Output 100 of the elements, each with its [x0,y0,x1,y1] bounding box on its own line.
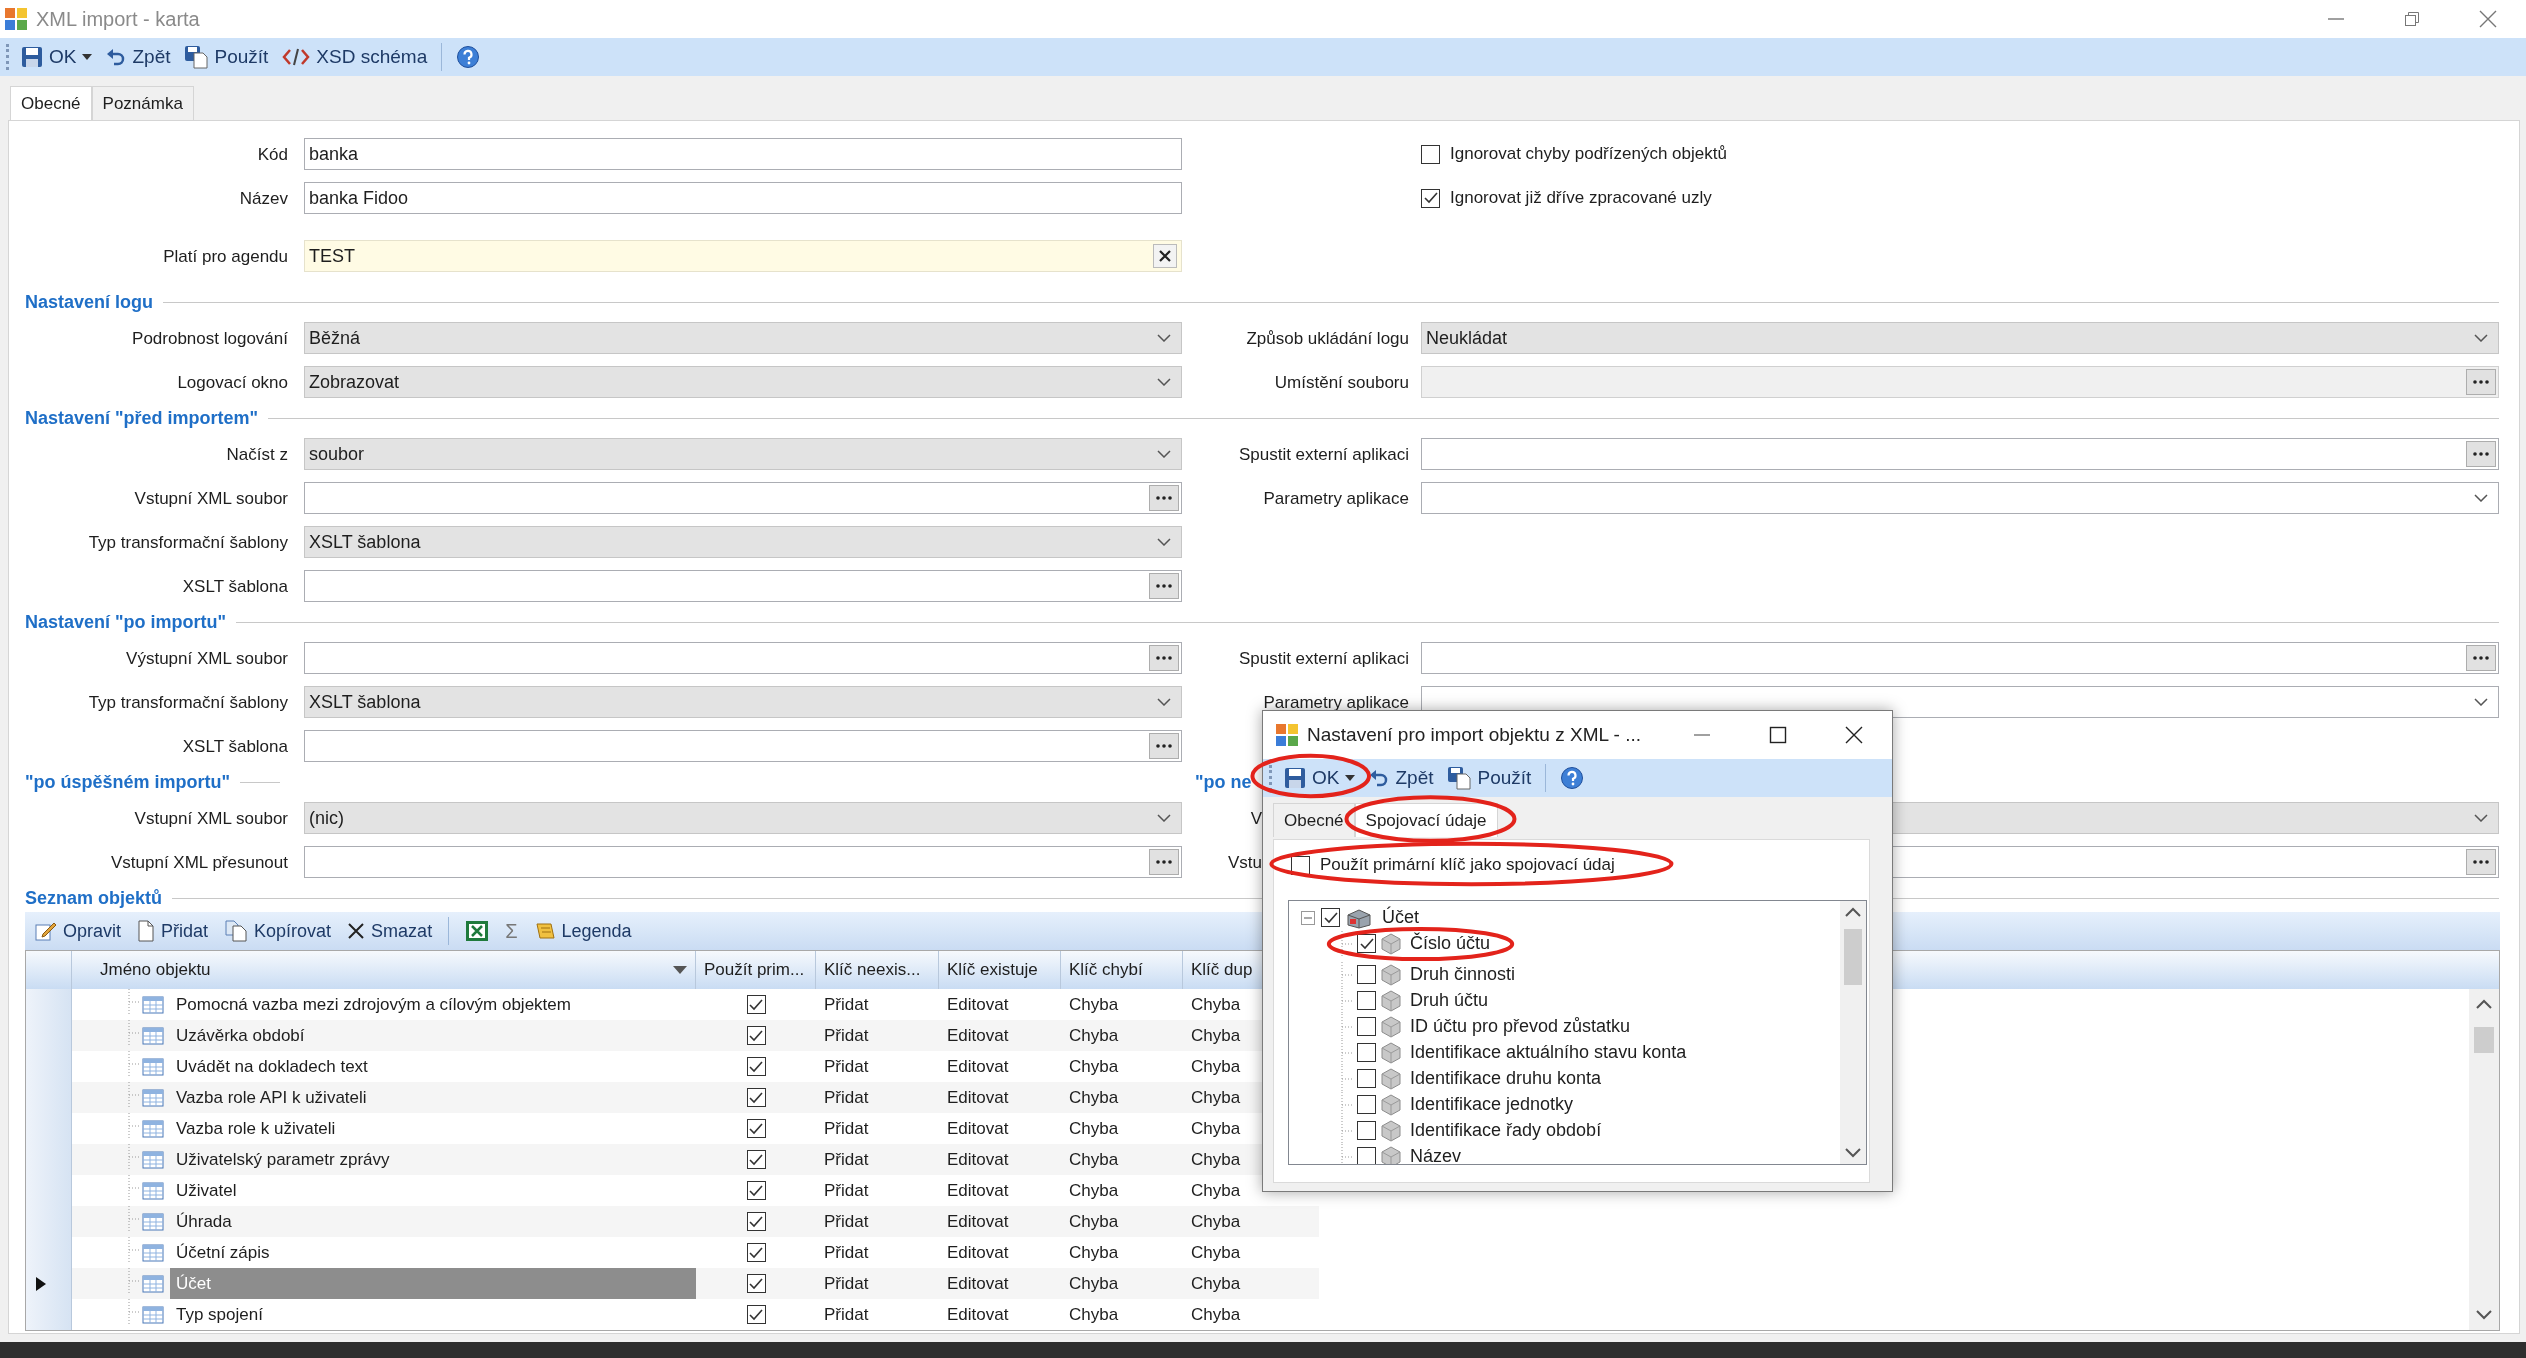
checkbox[interactable] [1357,965,1376,984]
column-header[interactable]: Klíč chybí [1061,951,1183,989]
tree-item[interactable]: Účet [1382,907,1419,928]
checkbox[interactable] [746,1026,766,1045]
file-field[interactable] [304,482,1182,514]
column-header[interactable]: Klíč neexis... [816,951,939,989]
field-label: Umístění souboru [1274,372,1409,392]
tab[interactable]: Spojovací údaje [1354,803,1498,837]
copy-button[interactable]: Kopírovat [218,915,338,947]
scrollbar[interactable] [2469,989,2499,1330]
tree-item[interactable]: Druh účtu [1410,990,1489,1011]
browse-button[interactable] [1149,573,1179,599]
checkbox[interactable] [746,1212,766,1231]
table-cell-text: Přidat [823,1117,870,1140]
table-icon [142,1305,164,1324]
chevron-down-icon [1157,334,1171,342]
delete-button[interactable]: Smazat [341,915,439,947]
checkbox[interactable] [1357,991,1376,1010]
tree-item[interactable]: ID účtu pro převod zůstatku [1410,1016,1631,1037]
tab[interactable]: Obecné [10,86,92,120]
table-cell: Chyba [1061,1206,1183,1237]
checkbox[interactable] [746,1150,766,1169]
clear-button[interactable] [1153,244,1177,268]
scroll-up-icon[interactable] [1845,906,1861,917]
xsd-schema-button[interactable]: XSD schéma [276,41,434,73]
checkbox[interactable] [1357,1147,1376,1164]
column-header[interactable]: Klíč existuje [939,951,1061,989]
table-cell: Editovat [939,1144,1061,1175]
text-field[interactable]: banka [304,138,1182,170]
file-field[interactable] [304,730,1182,762]
table-cell-text: Uživatelský parametr zprávy [175,1148,391,1171]
dropdown[interactable]: Neukládat [1421,322,2499,354]
text-field[interactable]: TEST [304,240,1182,272]
checkbox[interactable] [746,1057,766,1076]
scroll-down-icon[interactable] [1845,1147,1861,1158]
more-icon [1156,860,1172,864]
undo-button[interactable]: Zpět [100,41,177,73]
checkbox[interactable] [1357,1017,1376,1036]
scrollbar[interactable] [1840,900,1866,1164]
checkbox[interactable] [746,1181,766,1200]
file-field[interactable] [304,642,1182,674]
sum-button[interactable]: Σ [499,915,524,947]
file-field[interactable] [1421,642,2499,674]
dropdown[interactable]: (nic) [304,802,1182,834]
checkbox[interactable] [746,1243,766,1262]
checkbox[interactable] [1421,188,1440,208]
checkbox[interactable] [746,1088,766,1107]
checkbox[interactable] [746,1119,766,1138]
browse-button[interactable] [1149,733,1179,759]
checkbox[interactable] [1357,934,1376,953]
browse-button[interactable] [2466,645,2496,671]
checkbox[interactable] [1357,1121,1376,1140]
checkbox-label: Použít primární klíč jako spojovací údaj [1320,855,1615,875]
collapse-icon[interactable] [1301,910,1315,925]
dropdown[interactable] [1421,482,2499,514]
tab[interactable]: Obecné [1273,803,1355,837]
checkbox[interactable] [1357,1043,1376,1062]
dropdown[interactable]: Zobrazovat [304,366,1182,398]
file-field[interactable] [1421,438,2499,470]
scroll-thumb[interactable] [1844,928,1862,985]
tree-item[interactable]: Identifikace aktuálního stavu konta [1410,1042,1687,1063]
checkbox[interactable] [1357,1069,1376,1088]
scroll-up-icon[interactable] [2476,999,2492,1009]
legend-button[interactable]: Legenda [527,915,638,947]
checkbox[interactable] [1357,1095,1376,1114]
text-field[interactable]: banka Fidoo [304,182,1182,214]
file-field[interactable] [304,570,1182,602]
browse-button[interactable] [2466,441,2496,467]
checkbox[interactable] [1321,908,1340,927]
tree-item[interactable]: Identifikace druhu konta [1410,1068,1602,1089]
checkbox[interactable] [746,995,766,1014]
dropdown[interactable]: XSLT šablona [304,526,1182,558]
browse-button[interactable] [1149,645,1179,671]
browse-button[interactable] [2466,849,2496,875]
column-header[interactable]: Použít prim... [696,951,816,989]
tree-item[interactable]: Identifikace jednotky [1410,1094,1574,1115]
browse-button[interactable] [1149,485,1179,511]
tree-item[interactable]: Název [1410,1146,1462,1164]
checkbox[interactable] [746,1305,766,1324]
apply-button[interactable]: Použít [1441,762,1538,794]
tree-item[interactable]: Identifikace řady období [1410,1120,1602,1141]
file-field[interactable] [304,846,1182,878]
table-cell-text: Editovat [946,1303,1010,1326]
edit-button[interactable]: Opravit [29,915,128,947]
dropdown[interactable]: soubor [304,438,1182,470]
dropdown[interactable]: Běžná [304,322,1182,354]
undo-button[interactable]: Zpět [1363,762,1440,794]
apply-button[interactable]: Použít [178,41,275,73]
scroll-down-icon[interactable] [2476,1310,2492,1320]
tree-item[interactable]: Druh činnosti [1410,964,1516,985]
checkbox[interactable] [1421,144,1440,164]
checkbox[interactable] [746,1274,766,1293]
ok-button[interactable]: OK [15,41,99,73]
maximize-icon [1769,726,1787,744]
add-button[interactable]: Přidat [131,915,215,947]
browse-button[interactable] [1149,849,1179,875]
dropdown[interactable]: XSLT šablona [304,686,1182,718]
tab[interactable]: Poznámka [91,86,194,120]
column-header-cell[interactable]: Jméno objektu [72,951,696,989]
scroll-thumb[interactable] [2474,1027,2494,1053]
